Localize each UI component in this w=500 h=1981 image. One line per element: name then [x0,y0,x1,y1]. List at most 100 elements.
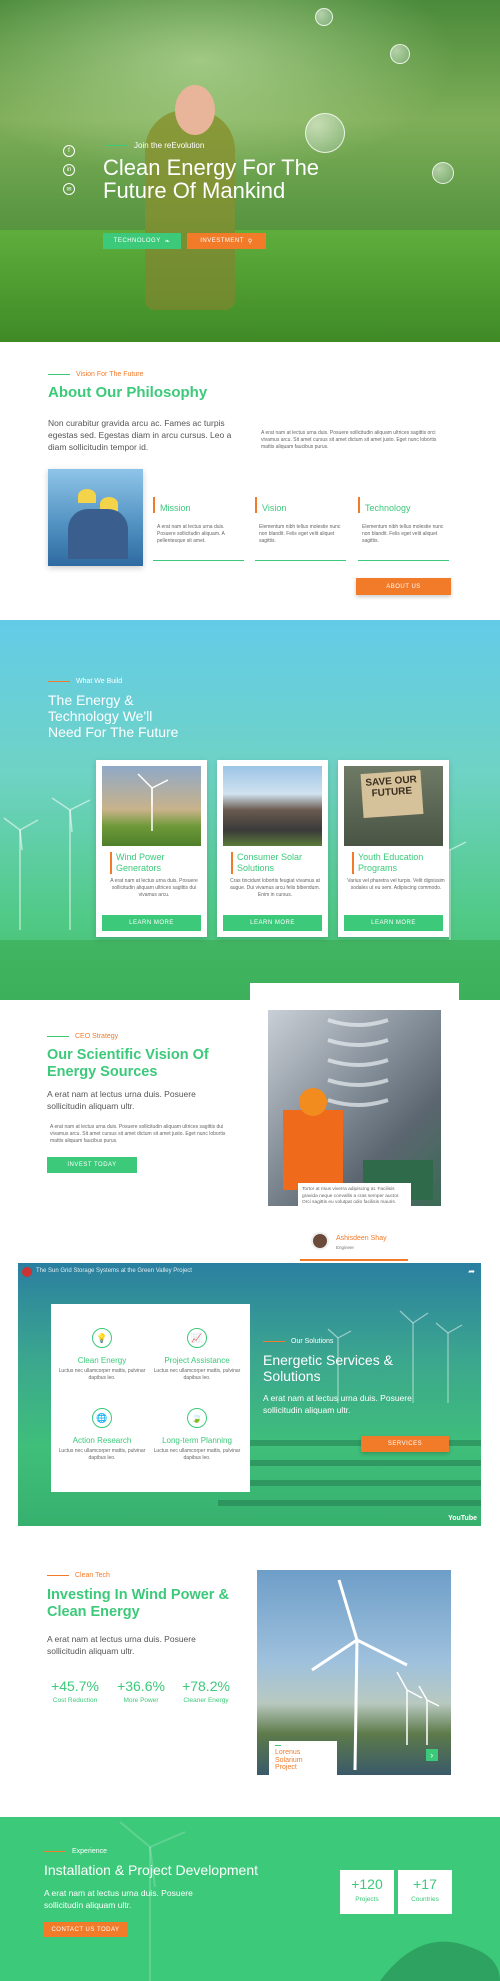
engineer-image [268,1010,441,1206]
bubble-image [315,8,333,26]
philosophy-kicker-text: Vision For The Future [76,371,144,378]
invest-title: Investing In Wind Power & Clean Energy [47,1587,229,1621]
hero-title-line: Future Of Mankind [103,178,286,203]
kicker-line [48,680,70,683]
build-title-line: Technology We'll [48,708,153,724]
turbine-shaft-graphic [283,1018,433,1200]
hero-kicker-text: Join the reEvolution [134,141,205,150]
feature-text: Luctus nec ullamcorper mattis, pulvinar … [153,1448,241,1461]
bubble-image [390,44,410,64]
hero-section: f in ✉ Join the reEvolution Clean Energy… [0,0,500,342]
wind-turbine-image [102,766,201,846]
build-kicker: What We Build [48,678,122,685]
testimonial-box: Tortor at risus viverra adipiscing at. F… [298,1183,411,1231]
youtube-logo[interactable]: YouTube [448,1515,477,1522]
youth-card: SAVE OUR FUTURE Youth Education Programs… [338,760,449,937]
solutions-title: Energetic Services & Solutions [263,1352,393,1384]
countries-stat: +17 Countries [398,1870,452,1914]
protest-image: SAVE OUR FUTURE [344,766,443,846]
technology-title: Technology [365,503,411,513]
solutions-title-line: Solutions [263,1368,321,1384]
person-name: Ashisdeen Shay [336,1235,387,1242]
helmet-shape [78,489,96,503]
stat-label: Countries [411,1896,439,1903]
build-section: What We Build The Energy & Technology We… [0,620,500,1000]
feature-title: Action Research [72,1436,132,1445]
invest-today-button[interactable]: INVEST TODAY [47,1157,137,1173]
vision-lead: A erat nam at lectus urna duis. Posuere … [47,1089,196,1111]
hero-girl-image [145,110,235,310]
stat-label: More Power [123,1697,159,1704]
vision-kicker-text: CEO Strategy [75,1033,119,1040]
share-icon[interactable]: ➦ [468,1267,475,1276]
video-title[interactable]: The Sun Grid Storage Systems at the Gree… [36,1268,192,1274]
build-title: The Energy & Technology We'll Need For T… [48,692,178,740]
learn-more-button[interactable]: LEARN MORE [344,915,443,931]
person-role: Engineer [336,1245,355,1250]
kicker-line [263,1340,285,1343]
caption-line-text: Project [275,1764,297,1771]
bubble-image [432,162,454,184]
turbine-icon [137,773,169,831]
feature-text: Luctus nec ullamcorper mattis, pulvinar … [58,1448,146,1461]
solar-text: Cras tincidunt lobortis feugiat vivamus … [229,878,321,898]
card-accent [255,497,257,513]
vision-title: Vision [262,503,287,513]
about-us-button[interactable]: ABOUT US [356,578,451,595]
philosophy-title: About Our Philosophy [48,384,208,401]
next-arrow-button[interactable]: › [426,1749,438,1761]
stat-cleaner: +78.2% Cleaner Energy [178,1678,234,1704]
stat-label: Cost Reduction [52,1697,98,1704]
mail-icon[interactable]: ✉ [63,183,75,195]
vision-underline [255,560,346,561]
solutions-kicker-text: Our Solutions [291,1338,334,1345]
learn-more-button[interactable]: LEARN MORE [102,915,201,931]
testimonial-underline [300,1259,408,1261]
kicker-line [106,144,128,147]
stat-value: +78.2% [182,1678,230,1694]
solutions-lead: A erat nam at lectus urna duis. Posuere … [263,1393,412,1415]
technology-text: Elementum nibh tellus molestie nunc non … [362,524,444,544]
technology-underline [358,560,449,561]
avatar [311,1232,329,1250]
technology-button-label: TECHNOLOGY [113,238,161,244]
linkedin-icon[interactable]: in [63,164,75,176]
hero-title-line: Clean Energy For The [103,155,320,180]
testimonial-quote: Tortor at risus viverra adipiscing at. F… [302,1187,400,1205]
feature-text: Luctus nec ullamcorper mattis, pulvinar … [58,1368,146,1381]
investment-button[interactable]: INVESTMENT ⚲ [187,233,266,249]
services-button[interactable]: SERVICES [361,1436,449,1452]
feature-title: Clean Energy [77,1356,127,1365]
kicker-line [47,1035,69,1038]
solutions-kicker: Our Solutions [263,1338,333,1345]
leaf-icon: ❧ [164,238,171,245]
mission-title: Mission [160,503,191,513]
project-caption: Lorenus Solarium Project [269,1741,337,1775]
stat-cost: +45.7% Cost Reduction [47,1678,103,1704]
contact-us-button[interactable]: CONTACT US TODAY [44,1922,127,1937]
learn-more-button[interactable]: LEARN MORE [223,915,322,931]
philosophy-lead: Non curabitur gravida arcu ac. Fames ac … [48,418,232,452]
build-kicker-text: What We Build [76,678,123,685]
philosophy-side-text: A erat nam at lectus urna duis. Posuere … [261,430,437,450]
wind-power-card: Wind Power Generators A erat nam at lect… [96,760,207,937]
card-accent [358,497,360,513]
installation-section: Experience Installation & Project Develo… [0,1817,500,1981]
invest-lead: A erat nam at lectus urna duis. Posuere … [47,1634,196,1656]
solar-card: Consumer Solar Solutions Cras tincidunt … [217,760,328,937]
vision-title: Our Scientific Vision Of Energy Sources [47,1047,209,1081]
stat-value: +17 [413,1876,437,1892]
lightbulb-icon: 💡 [92,1328,112,1348]
protest-sign: SAVE OUR FUTURE [360,769,424,819]
kicker-line [48,373,70,376]
vision-title-line: Our Scientific Vision Of [47,1047,209,1063]
hero-girl-face [175,85,215,135]
facebook-icon[interactable]: f [63,145,75,157]
vision-kicker: CEO Strategy [47,1033,118,1040]
technology-button[interactable]: TECHNOLOGY ❧ [103,233,181,249]
solar-roof-image [223,766,322,846]
channel-icon [22,1267,32,1277]
invest-kicker: Clean Tech [47,1572,110,1579]
install-kicker-text: Experience [72,1848,108,1855]
install-title: Installation & Project Development [44,1862,258,1878]
